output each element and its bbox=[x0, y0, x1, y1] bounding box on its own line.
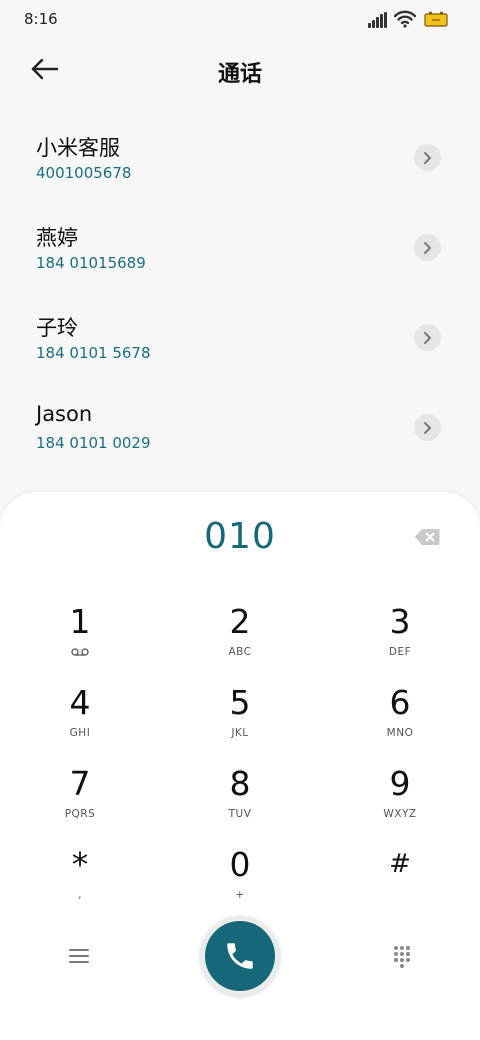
contact-number: 184 01015689 bbox=[36, 254, 146, 272]
contact-detail-button[interactable] bbox=[414, 234, 441, 261]
key-8[interactable]: 8 TUV bbox=[180, 764, 300, 838]
keypad-icon[interactable] bbox=[391, 944, 413, 968]
key-digit: 3 bbox=[389, 602, 411, 641]
phone-icon bbox=[227, 943, 253, 969]
contact-number: 184 0101 0029 bbox=[36, 434, 151, 452]
chevron-right-icon bbox=[424, 332, 431, 344]
key-digit: 0 bbox=[229, 845, 251, 884]
key-digit: 7 bbox=[69, 764, 91, 803]
backspace-icon[interactable] bbox=[414, 528, 440, 546]
key-letters: ABC bbox=[228, 646, 252, 658]
chevron-right-icon bbox=[424, 422, 431, 434]
key-digit: # bbox=[389, 849, 411, 879]
key-hash[interactable]: # bbox=[340, 845, 460, 919]
contact-number: 184 0101 5678 bbox=[36, 344, 151, 362]
key-letters: + bbox=[235, 889, 245, 901]
dialer-bottom-bar bbox=[0, 916, 480, 1006]
status-time: 8:16 bbox=[24, 10, 58, 28]
contact-name: 燕婷 bbox=[36, 226, 78, 250]
key-letters: MNO bbox=[386, 727, 414, 739]
key-digit: 2 bbox=[229, 602, 251, 641]
contact-detail-button[interactable] bbox=[414, 324, 441, 351]
key-9[interactable]: 9 WXYZ bbox=[340, 764, 460, 838]
key-digit: 9 bbox=[389, 764, 411, 803]
contact-detail-button[interactable] bbox=[414, 414, 441, 441]
contact-name: 子玲 bbox=[36, 316, 78, 340]
phone-screen: 8:16 通话 小米客服 4001005678 燕婷 184 01015689 … bbox=[0, 0, 480, 1040]
header: 通话 bbox=[0, 42, 480, 98]
call-button-inner bbox=[205, 921, 275, 991]
chevron-right-icon bbox=[424, 152, 431, 164]
contact-name: Jason bbox=[36, 402, 93, 426]
key-letters: WXYZ bbox=[383, 808, 417, 820]
key-digit: 5 bbox=[229, 683, 251, 722]
menu-icon[interactable] bbox=[66, 946, 92, 966]
dialer-panel: 010 1 2 ABC 3 DEF 4 GHI 5 JKL 6 MNO 7 PQ… bbox=[0, 492, 480, 1040]
contact-name: 小米客服 bbox=[36, 136, 120, 160]
key-6[interactable]: 6 MNO bbox=[340, 683, 460, 757]
key-letters: , bbox=[78, 889, 82, 901]
key-0[interactable]: 0 + bbox=[180, 845, 300, 919]
key-letters: GHI bbox=[69, 727, 91, 739]
wifi-icon bbox=[394, 10, 416, 28]
signal-icon bbox=[368, 12, 390, 28]
contact-row[interactable]: 小米客服 4001005678 bbox=[0, 112, 480, 202]
key-1[interactable]: 1 bbox=[20, 602, 140, 676]
key-4[interactable]: 4 GHI bbox=[20, 683, 140, 757]
dial-number-display[interactable]: 010 bbox=[0, 516, 480, 557]
key-5[interactable]: 5 JKL bbox=[180, 683, 300, 757]
call-button[interactable] bbox=[200, 916, 280, 996]
key-digit: 6 bbox=[389, 683, 411, 722]
contact-row[interactable]: Jason 184 0101 0029 bbox=[0, 382, 480, 472]
key-digit: * bbox=[71, 845, 89, 884]
page-title: 通话 bbox=[217, 62, 262, 87]
contact-row[interactable]: 子玲 184 0101 5678 bbox=[0, 292, 480, 382]
chevron-right-icon bbox=[424, 242, 431, 254]
status-bar: 8:16 bbox=[0, 0, 480, 42]
key-digit: 4 bbox=[69, 683, 91, 722]
key-3[interactable]: 3 DEF bbox=[340, 602, 460, 676]
key-letters: DEF bbox=[388, 646, 412, 658]
key-letters: TUV bbox=[228, 808, 252, 820]
key-7[interactable]: 7 PQRS bbox=[20, 764, 140, 838]
contact-detail-button[interactable] bbox=[414, 144, 441, 171]
contact-number: 4001005678 bbox=[36, 164, 132, 182]
key-letters: PQRS bbox=[64, 808, 96, 820]
key-digit: 8 bbox=[229, 764, 251, 803]
key-2[interactable]: 2 ABC bbox=[180, 602, 300, 676]
key-letters: JKL bbox=[231, 727, 249, 739]
key-digit: 1 bbox=[69, 602, 91, 641]
key-star[interactable]: * , bbox=[20, 845, 140, 919]
contact-list: 小米客服 4001005678 燕婷 184 01015689 子玲 184 0… bbox=[0, 112, 480, 472]
battery-icon bbox=[424, 11, 448, 27]
contact-row[interactable]: 燕婷 184 01015689 bbox=[0, 202, 480, 292]
voicemail-icon bbox=[71, 648, 89, 656]
